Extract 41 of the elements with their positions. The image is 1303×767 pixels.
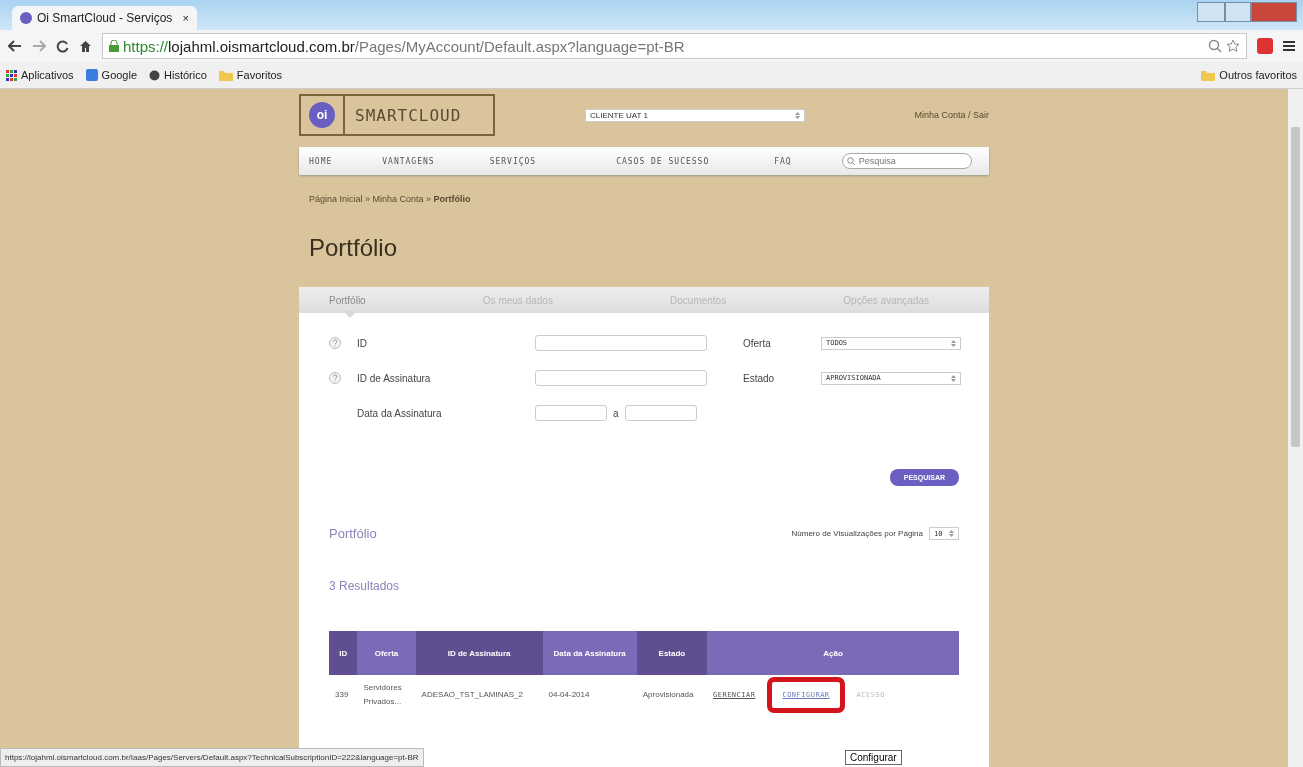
status-bar: https://lojahml.oismartcloud.com.br/Iaas/Pages/Servers/Default.aspx?TechnicalSubscriptionID=222&language=pt-BR — [0, 748, 424, 767]
client-select[interactable]: CLIENTE UAT 1 — [585, 108, 805, 122]
table-cell: ADESAO_TST_LAMINAS_2 — [415, 675, 543, 716]
column-header: ID de Assinatura — [415, 631, 543, 675]
table-cell: Aprovisionada — [636, 675, 707, 716]
bookmark-link[interactable]: Outros favoritos — [1201, 69, 1297, 81]
bookmark-link[interactable]: Favoritos — [218, 69, 283, 81]
field-label: Oferta — [743, 337, 772, 349]
bookmark-link[interactable]: Aplicativos — [6, 69, 74, 81]
table-cell: 04-04-2014 — [542, 675, 637, 716]
tooltip: Configurar — [845, 750, 902, 765]
search-field[interactable]: Pesquisa — [841, 153, 972, 169]
column-header: ID — [329, 631, 358, 675]
results-title: Portfólio — [329, 526, 377, 541]
page-title: Portfólio — [309, 234, 399, 262]
field-label: Data da Assinatura — [357, 407, 443, 419]
range-separator: a — [613, 407, 619, 419]
field-label: ID de Assinatura — [357, 372, 432, 384]
bookmark-link[interactable]: Histórico — [149, 69, 207, 81]
column-header: Estado — [636, 631, 707, 675]
results-count: 3 Resultados — [329, 579, 401, 593]
column-header: Oferta — [357, 631, 416, 675]
column-header: Data da Assinatura — [542, 631, 637, 675]
account-link[interactable]: Minha Conta / Sair — [914, 110, 989, 120]
nav-link[interactable]: CASOS DE SUCESSO — [616, 156, 710, 166]
per-page-label: Número de Visualizações por Página — [791, 529, 923, 538]
field-label: ID — [357, 337, 368, 349]
nav-link[interactable]: HOME — [309, 156, 333, 166]
bookmark-link[interactable]: Google — [85, 69, 138, 81]
table-cell: Servidores Privados... — [357, 675, 416, 716]
browser-tab[interactable]: Oi SmartCloud - Serviços × — [12, 6, 197, 30]
table-cell: 339 — [329, 675, 358, 716]
nav-link[interactable]: SERVIÇOS — [489, 156, 537, 166]
breadcrumb: Página Inicial » Minha Conta » Portfólio — [309, 194, 472, 204]
field-label: Estado — [743, 372, 776, 384]
address-bar[interactable]: https://lojahml.oismartcloud.com.br/Pages/MyAccount/Default.aspx?language=pt-BR — [102, 33, 1247, 59]
nav-link[interactable]: VANTAGENS — [382, 156, 435, 166]
tab-close-button[interactable]: × — [182, 12, 189, 24]
site-logo[interactable]: oi SMARTCLOUD — [299, 94, 495, 136]
column-header: Ação — [707, 631, 959, 675]
nav-link[interactable]: FAQ — [774, 156, 792, 166]
